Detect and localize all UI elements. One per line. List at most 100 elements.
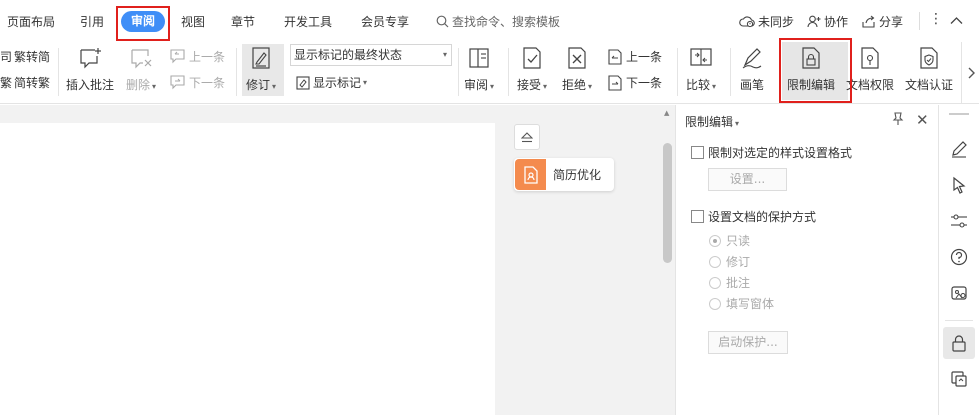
search-label: 查找命令、搜索模板: [452, 15, 561, 29]
reject-icon: [568, 47, 586, 69]
format-restrict-label: 限制对选定的样式设置格式: [708, 146, 853, 160]
panel-title[interactable]: 限制编辑 ▾: [685, 113, 739, 130]
accept-change-button[interactable]: 接受 ▾: [517, 46, 547, 93]
next-comment-label: 下一条: [189, 76, 226, 90]
help-icon: [950, 248, 968, 266]
chevron-down-icon: ▾: [442, 50, 447, 59]
strip-media-button[interactable]: [943, 277, 975, 309]
right-tool-strip: [938, 105, 979, 415]
radio-comments[interactable]: 批注: [709, 274, 750, 291]
share-button[interactable]: 分享: [862, 13, 903, 30]
reject-change-button[interactable]: 拒绝 ▾: [562, 46, 592, 93]
strip-pen-button[interactable]: [943, 133, 975, 165]
radio-readonly[interactable]: 只读: [709, 232, 750, 249]
doc-certification-button[interactable]: 文档认证: [905, 46, 953, 93]
document-page[interactable]: [0, 123, 495, 415]
close-icon[interactable]: ✕: [916, 111, 929, 129]
tab-section[interactable]: 章节: [231, 13, 255, 30]
next-change-label: 下一条: [626, 76, 663, 90]
prev-comment-button[interactable]: 上一条: [170, 48, 225, 65]
strip-copy-button[interactable]: [943, 363, 975, 395]
chevron-up-icon[interactable]: [950, 16, 963, 25]
radio-readonly-label: 只读: [726, 234, 751, 248]
simp-icon: 繁: [0, 76, 13, 90]
strip-select-button[interactable]: [943, 169, 975, 201]
tab-view[interactable]: 视图: [181, 13, 205, 30]
prev-change-button[interactable]: 上一条: [607, 48, 662, 65]
show-markup-button[interactable]: 显示标记 ▾: [296, 74, 367, 91]
cursor-icon: [953, 176, 966, 194]
next-change-button[interactable]: 下一条: [607, 74, 662, 91]
grip-handle[interactable]: [949, 113, 969, 115]
tab-member[interactable]: 会员专享: [361, 13, 409, 30]
more-icon[interactable]: ⋮: [929, 11, 943, 27]
doc-permission-label: 文档权限: [846, 78, 895, 92]
strip-lock-button[interactable]: [943, 327, 975, 359]
tab-references[interactable]: 引用: [80, 13, 104, 30]
start-protection-button[interactable]: 启动保护...: [708, 331, 788, 354]
scrollbar-thumb[interactable]: [663, 143, 672, 263]
radio-track-changes-label: 修订: [726, 255, 751, 269]
resume-optimize-button[interactable]: 简历优化: [514, 158, 614, 191]
simplified-to-traditional-button[interactable]: 繁 简转繁: [0, 74, 50, 91]
next-comment-button[interactable]: 下一条: [170, 74, 225, 91]
protect-mode-label: 设置文档的保护方式: [708, 210, 817, 224]
strip-help-button[interactable]: [943, 241, 975, 273]
review-pane-button[interactable]: 审阅 ▾: [464, 46, 494, 93]
collab-button[interactable]: 协作: [807, 13, 848, 30]
tab-review[interactable]: 审阅: [121, 11, 165, 32]
protect-mode-checkbox[interactable]: 设置文档的保护方式: [691, 208, 816, 225]
copy-icon: [951, 371, 967, 387]
chevron-down-icon: ▾: [490, 82, 495, 91]
compare-label: 比较: [686, 78, 711, 92]
track-changes-button[interactable]: 修订 ▾: [246, 46, 276, 93]
restrict-edit-button[interactable]: 限制编辑: [787, 46, 835, 93]
resume-icon: [515, 159, 546, 190]
comment-delete-icon: [131, 49, 152, 69]
collapse-up-button[interactable]: [514, 124, 540, 150]
next-comment-icon: [170, 75, 185, 90]
sync-status[interactable]: 未同步: [739, 13, 794, 30]
divider: [730, 48, 731, 96]
ribbon-scroll-right[interactable]: [961, 42, 979, 103]
review-ribbon: 司 繁转简 繁 简转繁 插入批注 删除 ▾ 上一条 下一条 修订 ▾ 显示标记的最终…: [0, 42, 979, 104]
delete-comment-button[interactable]: 删除 ▾: [126, 46, 156, 93]
collab-label: 协作: [824, 15, 849, 29]
command-search[interactable]: 查找命令、搜索模板: [436, 13, 560, 30]
radio-track-changes[interactable]: 修订: [709, 253, 750, 270]
checkbox-box: [691, 146, 704, 159]
pencil-icon: [952, 141, 967, 158]
search-icon: [436, 15, 449, 28]
compare-icon: [690, 48, 712, 66]
scroll-up-icon[interactable]: ▲: [664, 109, 669, 117]
format-settings-button[interactable]: 设置...: [708, 168, 787, 191]
divider: [945, 320, 973, 321]
markup-mode-select[interactable]: 显示标记的最终状态 ▾: [290, 44, 452, 66]
radio-fill-forms[interactable]: 填写窗体: [709, 295, 774, 312]
compare-button[interactable]: 比较 ▾: [686, 46, 716, 93]
radio-dot: [709, 255, 721, 268]
accept-label: 接受: [517, 78, 542, 92]
doc-permission-button[interactable]: 文档权限: [846, 46, 894, 93]
chevron-down-icon: ▾: [363, 78, 368, 87]
document-scrollbar[interactable]: ▲: [661, 105, 675, 415]
permission-icon: [861, 47, 879, 69]
divider: [236, 48, 237, 96]
radio-dot: [709, 234, 721, 247]
reject-label: 拒绝: [562, 78, 587, 92]
strip-adjust-button[interactable]: [943, 205, 975, 237]
insert-comment-button[interactable]: 插入批注: [66, 46, 114, 93]
pen-button[interactable]: 画笔: [740, 46, 764, 93]
tab-developer[interactable]: 开发工具: [284, 13, 332, 30]
insert-comment-label: 插入批注: [66, 78, 115, 92]
prev-comment-icon: [170, 49, 185, 64]
resume-optimize-label: 简历优化: [553, 168, 602, 182]
menu-bar: 页面布局 引用 审阅 视图 章节 开发工具 会员专享 查找命令、搜索模板 未同步…: [0, 0, 979, 42]
traditional-to-simplified-button[interactable]: 司 繁转简: [0, 48, 50, 65]
sync-label: 未同步: [758, 15, 795, 29]
sliders-icon: [951, 214, 967, 228]
format-restrict-checkbox[interactable]: 限制对选定的样式设置格式: [691, 144, 852, 161]
pin-icon[interactable]: [891, 112, 905, 126]
tab-page-layout[interactable]: 页面布局: [7, 13, 55, 30]
chevron-down-icon: ▾: [588, 82, 593, 91]
